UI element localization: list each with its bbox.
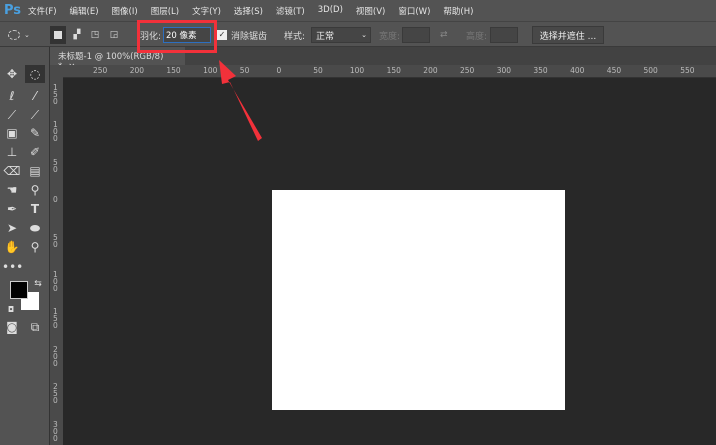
annotation-arrow [219,60,262,141]
arrow-shape [219,60,262,141]
